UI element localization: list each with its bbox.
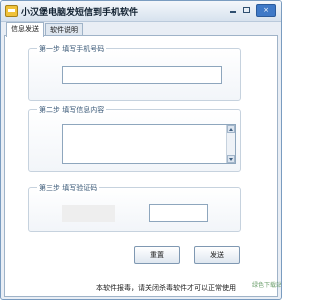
title-bar[interactable]: 小汉堡电脑发短信到手机软件 ×	[1, 1, 281, 22]
reset-button[interactable]: 重置	[134, 246, 180, 264]
send-button[interactable]: 发送	[194, 246, 240, 264]
message-scrollbar[interactable]	[226, 125, 235, 163]
captcha-input[interactable]	[149, 204, 208, 222]
send-panel: 第一步 填写手机号码 第二步 填写信息内容 第三步 填写验证码 重置 发送 本软…	[4, 35, 282, 297]
step-3-title: 第三步 填写验证码	[37, 183, 100, 193]
site-watermark: 绿色下载站 greenxf.com	[252, 282, 282, 289]
antivirus-note: 本软件报毒，请关闭杀毒软件才可以正常使用	[96, 284, 236, 292]
reset-button-label: 重置	[150, 251, 164, 259]
step-2-group: 第二步 填写信息内容	[28, 105, 241, 172]
captcha-image	[62, 205, 115, 222]
message-content-textarea[interactable]	[62, 124, 236, 164]
minimize-button[interactable]	[228, 5, 238, 15]
tab-strip: 信息发送 软件说明	[4, 22, 278, 37]
step-1-title: 第一步 填写手机号码	[37, 44, 107, 54]
chevron-down-icon[interactable]	[227, 155, 235, 163]
app-window: 小汉堡电脑发短信到手机软件 × 信息发送 软件说明 第一步 填写手机号码 第二步…	[0, 0, 282, 300]
phone-number-input[interactable]	[62, 66, 222, 84]
window-title: 小汉堡电脑发短信到手机软件	[21, 8, 139, 18]
chevron-up-icon[interactable]	[227, 125, 235, 133]
step-3-group: 第三步 填写验证码	[28, 183, 241, 232]
tab-send-message[interactable]: 信息发送	[6, 22, 44, 37]
tab-label: 信息发送	[11, 25, 39, 33]
maximize-button[interactable]	[241, 5, 251, 15]
app-logo-icon	[5, 5, 18, 17]
tab-label: 软件说明	[50, 26, 78, 34]
step-2-title: 第二步 填写信息内容	[37, 105, 107, 115]
close-icon: ×	[263, 6, 269, 14]
close-button[interactable]: ×	[256, 4, 276, 17]
step-1-group: 第一步 填写手机号码	[28, 44, 241, 101]
send-button-label: 发送	[210, 251, 224, 259]
